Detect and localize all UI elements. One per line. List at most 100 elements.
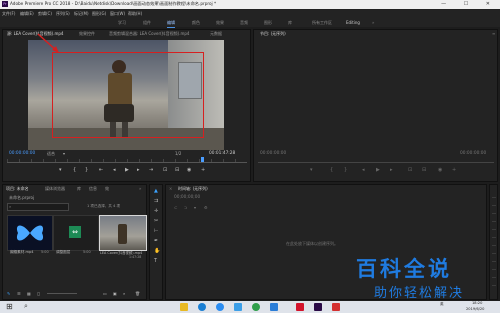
tab-project[interactable]: 项目: 未命名 xyxy=(6,186,29,192)
fit-dropdown-icon[interactable]: ▾ xyxy=(63,151,65,156)
close-icon[interactable]: × xyxy=(169,186,172,191)
workspace-libraries[interactable]: 库 xyxy=(288,20,292,26)
program-timecode-in[interactable]: 00:00:00:00 xyxy=(260,151,286,156)
window-controls[interactable]: — ☐ ✕ xyxy=(441,1,498,7)
workspace-all[interactable]: 所有工作区 xyxy=(312,20,332,26)
menu-marker[interactable]: 标记(M) xyxy=(74,11,89,17)
program-play-icon[interactable]: ▶ xyxy=(376,168,380,173)
program-add-button-icon[interactable]: + xyxy=(452,168,456,173)
program-step-forward-icon[interactable]: ▸ xyxy=(390,168,393,173)
menu-clip[interactable]: 剪辑(C) xyxy=(38,11,52,17)
workspace-assembly[interactable]: 组件 xyxy=(143,20,151,26)
tab-effect-controls[interactable]: 效果控件 xyxy=(79,31,95,37)
workspace-color[interactable]: 颜色 xyxy=(192,20,200,26)
trash-icon[interactable]: 🗑 xyxy=(135,291,140,296)
export-frame-icon[interactable]: ◉ xyxy=(187,168,191,173)
workspace-effects[interactable]: 效果 xyxy=(216,20,224,26)
premiere-taskbar-icon[interactable] xyxy=(314,303,322,311)
windows-start-icon[interactable]: ⊞ xyxy=(6,302,13,311)
program-export-frame-icon[interactable]: ◉ xyxy=(438,168,442,173)
input-language[interactable]: 英 xyxy=(440,302,444,307)
program-mark-out-icon[interactable]: } xyxy=(344,168,347,173)
go-to-out-icon[interactable]: ⇥ xyxy=(149,168,153,173)
fit-dropdown[interactable]: 适合 xyxy=(47,151,55,157)
double-chevron-icon[interactable]: » xyxy=(372,20,374,25)
menu-graphics[interactable]: 图形(G) xyxy=(92,11,106,17)
menu-file[interactable]: 文件(F) xyxy=(2,11,15,17)
program-mark-in-icon[interactable]: { xyxy=(330,168,333,173)
new-bin-icon[interactable]: ▭ xyxy=(103,291,107,296)
extract-icon[interactable]: ⊟ xyxy=(422,168,426,173)
marker-icon[interactable]: ▾ xyxy=(59,168,62,173)
overwrite-icon[interactable]: ⊟ xyxy=(175,168,179,173)
mark-in-icon[interactable]: { xyxy=(73,168,76,173)
playhead-icon[interactable] xyxy=(201,157,204,162)
project-more-icon[interactable]: » xyxy=(139,186,141,191)
go-to-in-icon[interactable]: ⇤ xyxy=(99,168,103,173)
slip-tool-icon[interactable]: ⊢ xyxy=(154,229,158,234)
zoom-slider[interactable] xyxy=(47,293,77,294)
qq-browser-icon[interactable] xyxy=(216,303,224,311)
timeline-settings-icon[interactable]: ⚙ xyxy=(204,205,208,210)
list-item[interactable]: LEA Cover(抖音视频).mp4 1:47:28 xyxy=(99,215,147,259)
tab-info[interactable]: 信息 xyxy=(89,186,97,192)
source-timecode-in[interactable]: 00:00:00:00 xyxy=(9,151,35,156)
add-marker-icon[interactable]: ▾ xyxy=(194,205,196,210)
step-forward-icon[interactable]: ▸ xyxy=(137,168,140,173)
step-back-icon[interactable]: ◂ xyxy=(113,168,116,173)
menu-sequence[interactable]: 序列(S) xyxy=(56,11,70,17)
edge-icon[interactable] xyxy=(270,303,278,311)
resolution-dropdown[interactable]: 1/2 xyxy=(175,151,181,156)
add-button-icon[interactable]: + xyxy=(201,168,205,173)
pen-tool-icon[interactable]: ✒ xyxy=(154,239,158,244)
program-time-ruler[interactable] xyxy=(258,159,494,163)
insert-icon[interactable]: ⊡ xyxy=(163,168,167,173)
linked-selection-icon[interactable]: ⊃ xyxy=(184,205,187,210)
clock-time[interactable]: 18:20 xyxy=(472,301,482,305)
menu-help[interactable]: 帮助(H) xyxy=(128,11,142,17)
new-item-icon[interactable]: ▣ xyxy=(113,291,117,296)
tab-metadata[interactable]: 元数据 xyxy=(210,31,222,37)
icon-view-icon[interactable]: ▦ xyxy=(27,291,31,296)
write-lock-icon[interactable]: ✎ xyxy=(7,291,10,296)
snap-icon[interactable]: ⊂ xyxy=(174,205,177,210)
browser-icon[interactable] xyxy=(198,303,206,311)
source-time-ruler[interactable] xyxy=(7,159,247,163)
search-input[interactable]: ⌕ xyxy=(7,203,69,211)
wps-icon[interactable] xyxy=(296,303,304,311)
file-explorer-icon[interactable] xyxy=(180,303,188,311)
workspace-audio[interactable]: 音频 xyxy=(240,20,248,26)
chrome-icon[interactable] xyxy=(252,303,260,311)
play-icon[interactable]: ▶ xyxy=(125,168,129,173)
lift-icon[interactable]: ⊡ xyxy=(408,168,412,173)
workspace-graphics[interactable]: 图形 xyxy=(264,20,272,26)
panel-menu-icon[interactable]: ≡ xyxy=(492,31,495,36)
list-item[interactable]: ⇔ 调整图层 5:00 xyxy=(53,215,99,259)
tab-libraries[interactable]: 库 xyxy=(77,186,81,192)
clock-date[interactable]: 2019/6/20 xyxy=(466,307,484,311)
mark-out-icon[interactable]: } xyxy=(85,168,88,173)
workspace-learn[interactable]: 学习 xyxy=(118,20,126,26)
search-taskbar-icon[interactable]: ⌕ xyxy=(24,302,28,311)
find-icon[interactable]: ⌕ xyxy=(123,291,125,296)
type-tool-icon[interactable]: T xyxy=(154,259,157,264)
freeform-view-icon[interactable]: ◻ xyxy=(37,291,40,296)
program-step-back-icon[interactable]: ◂ xyxy=(362,168,365,173)
razor-tool-icon[interactable]: ✂ xyxy=(154,219,158,224)
program-marker-icon[interactable]: ▾ xyxy=(310,168,313,173)
selection-tool-icon[interactable]: ▲ xyxy=(154,189,158,194)
tab-audio-clip-mixer[interactable]: 音频剪辑混合器: LEA Cover(抖音视频).mp4 xyxy=(109,31,189,37)
ripple-edit-tool-icon[interactable]: ✛ xyxy=(154,209,158,214)
hand-tool-icon[interactable]: ✋ xyxy=(154,249,160,254)
photo-app-icon[interactable] xyxy=(332,303,340,311)
list-item[interactable]: 蝴蝶素材.mp4 5:00 xyxy=(7,215,53,259)
list-view-icon[interactable]: ☰ xyxy=(17,291,21,296)
timeline-timecode[interactable]: 00;00;00;00 xyxy=(174,195,200,200)
app-icon[interactable] xyxy=(234,303,242,311)
track-select-tool-icon[interactable]: ⇉ xyxy=(154,199,158,204)
workspace-editing[interactable]: 编辑 xyxy=(167,20,175,28)
menu-edit[interactable]: 编辑(E) xyxy=(20,11,34,17)
tab-media-browser[interactable]: 媒体浏览器 xyxy=(45,186,65,192)
menu-window[interactable]: 窗口(W) xyxy=(110,11,125,17)
tab-effects[interactable]: 效 xyxy=(105,186,109,192)
